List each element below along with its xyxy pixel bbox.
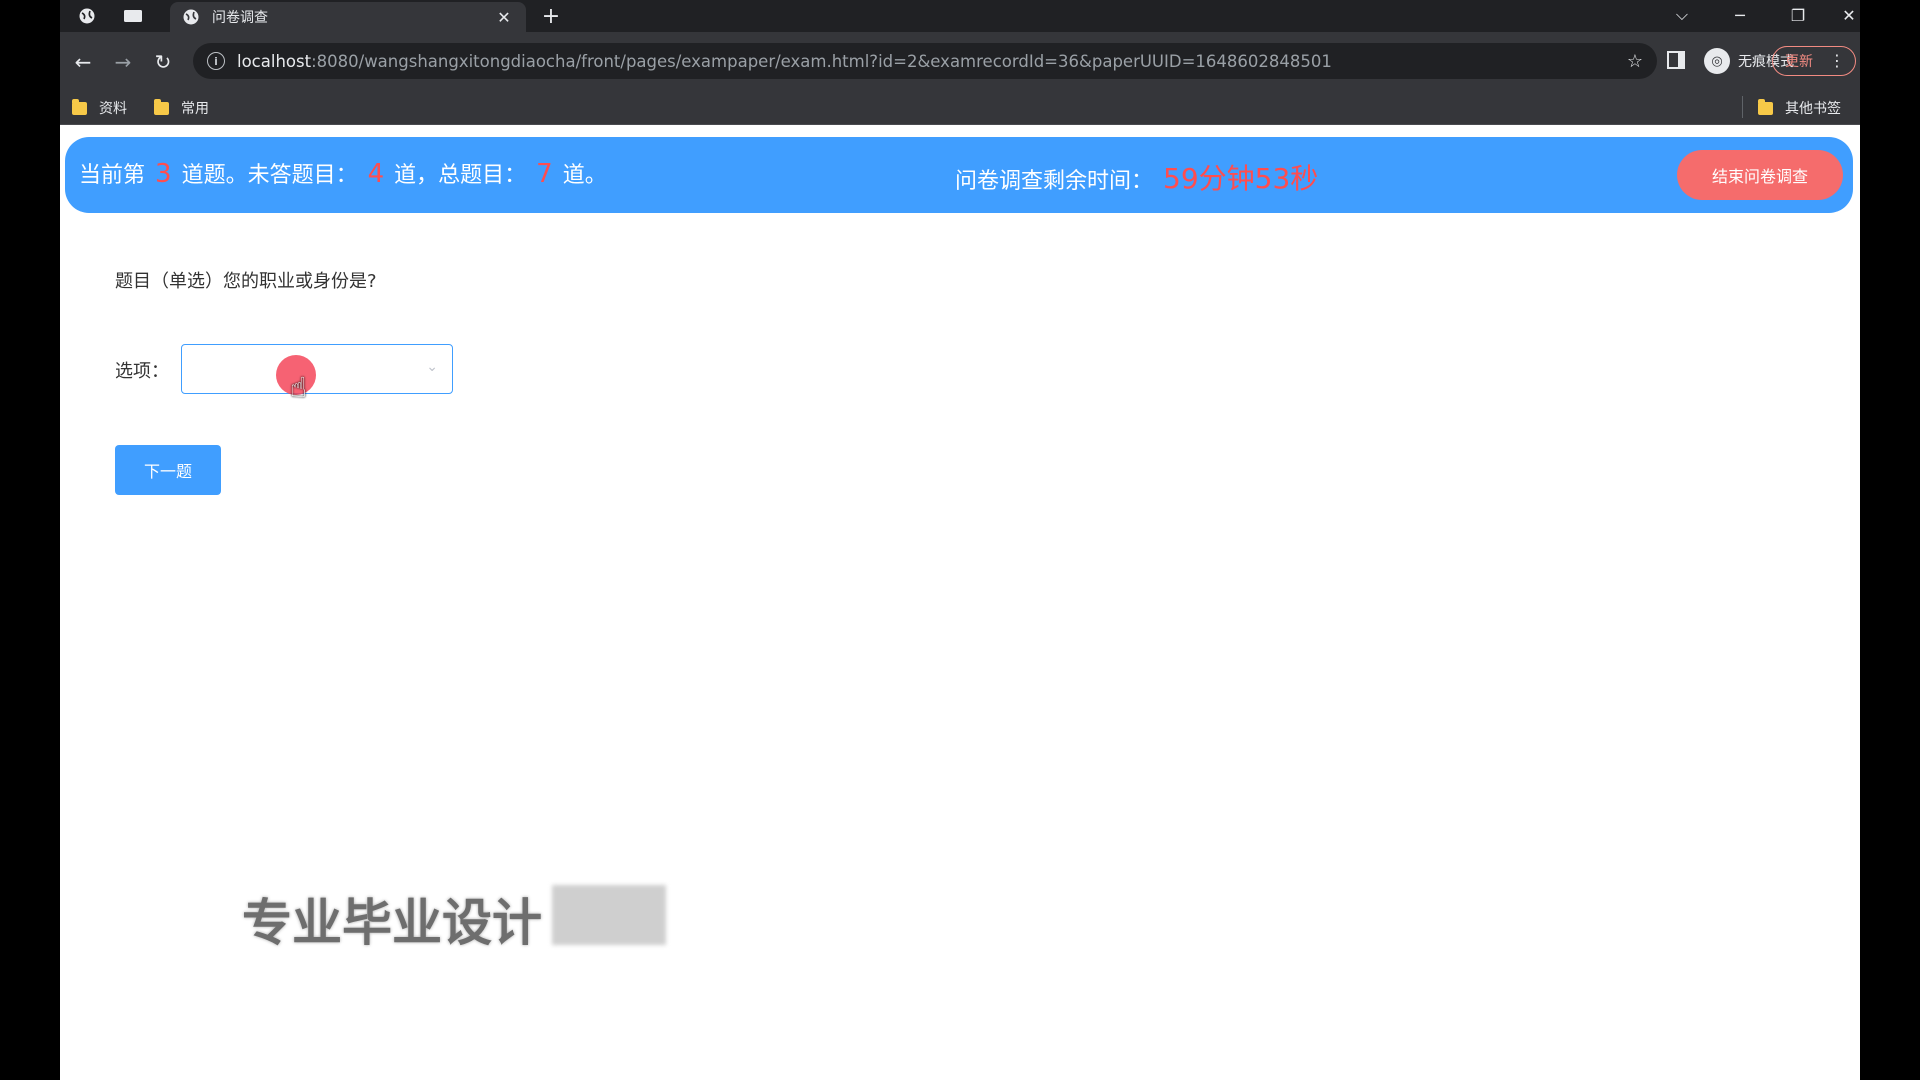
bookmark-folder-changyong[interactable]: 常用 <box>154 98 209 118</box>
progress-text: 当前第 3 道题。未答题目： 4 道，总题目： 7 道。 <box>79 159 607 189</box>
tab-strip: 问卷调查 ✕ + ⌵ ─ ❐ ✕ <box>60 0 1860 32</box>
window-close-icon[interactable]: ✕ <box>1834 2 1860 28</box>
incognito-icon: ◎ <box>1704 48 1730 74</box>
address-bar[interactable]: i localhost:8080/wangshangxitongdiaocha/… <box>193 43 1657 79</box>
chevron-down-icon: ⌄ <box>426 359 438 375</box>
info-icon[interactable]: i <box>207 52 225 70</box>
timer-label: 问卷调查剩余时间： <box>955 169 1154 194</box>
option-label: 选项： <box>115 361 169 382</box>
next-question-button[interactable]: 下一题 <box>115 445 221 495</box>
timer-value: 59分钟53秒 <box>1163 162 1319 195</box>
star-icon[interactable]: ☆ <box>1627 51 1643 72</box>
menu-dots-icon[interactable]: ⋮ <box>1829 51 1845 70</box>
timer: 问卷调查剩余时间： 59分钟53秒 <box>955 157 1318 197</box>
globe-icon <box>182 8 200 26</box>
watermark-text: 专业毕业设计 <box>242 894 542 952</box>
browser-toolbar: ← → ↻ i localhost:8080/wangshangxitongdi… <box>60 32 1860 90</box>
blurred-region <box>552 885 666 945</box>
restore-icon[interactable]: ❐ <box>1776 2 1820 28</box>
tab-active[interactable]: 问卷调查 ✕ <box>170 2 526 32</box>
hand-cursor-icon: ☝ <box>290 371 308 404</box>
bookmark-folder-other[interactable]: 其他书签 <box>1758 98 1841 118</box>
survey-status-bar: 当前第 3 道题。未答题目： 4 道，总题目： 7 道。 问卷调查剩余时间： 59分钟53秒 … <box>65 137 1853 213</box>
reload-icon[interactable]: ↻ <box>146 45 180 79</box>
folder-icon <box>154 98 169 115</box>
forward-arrow-icon[interactable]: → <box>106 45 140 79</box>
side-panel-icon[interactable] <box>1667 51 1685 69</box>
url-text: localhost:8080/wangshangxitongdiaocha/fr… <box>237 51 1332 71</box>
bookmark-folder-ziliao[interactable]: 资料 <box>72 98 127 118</box>
total-count: 7 <box>536 159 553 189</box>
update-button[interactable]: 更新 ⋮ <box>1772 46 1856 76</box>
globe-icon[interactable] <box>72 4 102 28</box>
folder-icon <box>1758 98 1773 115</box>
browser-window: 问卷调查 ✕ + ⌵ ─ ❐ ✕ ← → ↻ i localhost:8080/… <box>60 0 1860 1080</box>
close-icon[interactable]: ✕ <box>494 8 514 27</box>
tab-search-icon[interactable] <box>118 4 148 28</box>
question-text: 题目（单选）您的职业或身份是? <box>115 271 377 292</box>
current-question-number: 3 <box>155 159 172 189</box>
unanswered-count: 4 <box>367 159 385 189</box>
option-select[interactable]: ⌄ <box>181 344 453 394</box>
chevron-down-icon[interactable]: ⌵ <box>1660 2 1704 28</box>
folder-icon <box>72 98 87 115</box>
minimize-icon[interactable]: ─ <box>1718 2 1762 28</box>
new-tab-button[interactable]: + <box>536 3 566 29</box>
end-survey-button[interactable]: 结束问卷调查 <box>1677 150 1843 200</box>
update-label: 更新 <box>1785 54 1813 70</box>
tab-title: 问卷调查 <box>212 10 268 26</box>
back-arrow-icon[interactable]: ← <box>66 45 100 79</box>
bookmarks-bar: 资料 常用 其他书签 <box>60 90 1860 125</box>
bookmarks-divider <box>1742 96 1743 118</box>
survey-page: 当前第 3 道题。未答题目： 4 道，总题目： 7 道。 问卷调查剩余时间： 59分钟53秒 … <box>60 125 1860 1080</box>
